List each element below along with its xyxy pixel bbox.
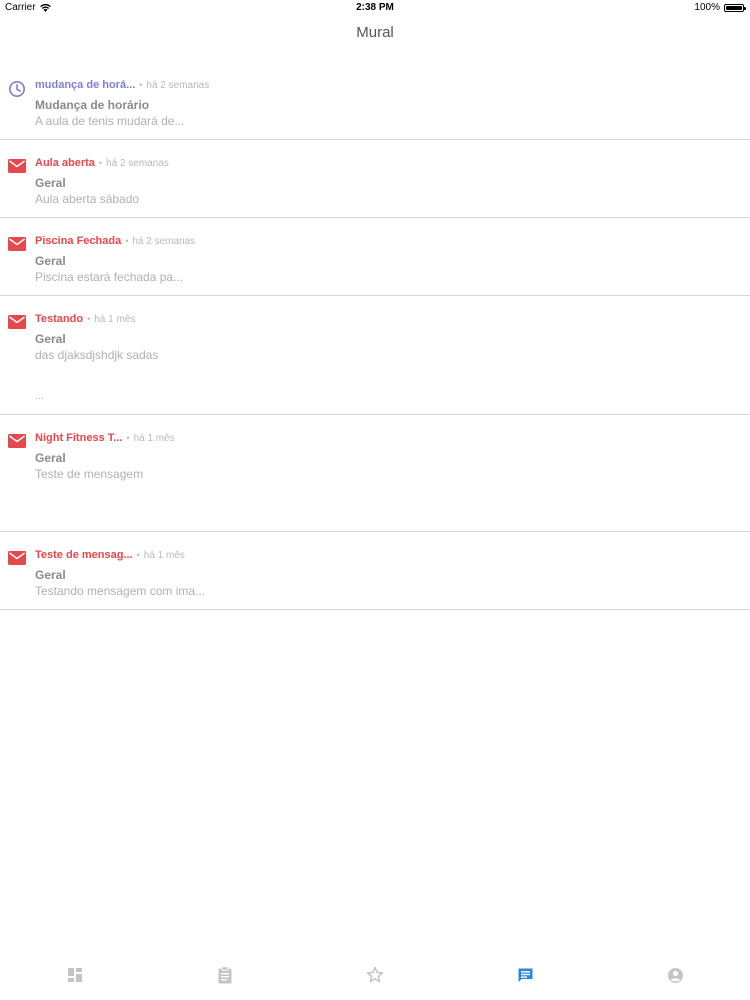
message-list: mudança de horá... • há 2 semanas Mudança … <box>0 62 750 610</box>
message-time: há 2 semanas <box>132 236 196 247</box>
list-item[interactable]: Aula aberta • há 2 semanas Geral Aula aber… <box>0 140 750 218</box>
tab-dashboard[interactable] <box>55 955 95 995</box>
list-item[interactable]: Piscina Fechada • há 2 semanas Geral Pisci… <box>0 218 750 296</box>
message-title: mudança de horá... <box>35 79 136 91</box>
message-time: há 2 semanas <box>146 80 210 91</box>
message-header: Teste de mensag... • há 1 mês <box>35 548 740 563</box>
mail-icon <box>8 551 26 569</box>
message-content: Night Fitness T... • há 1 mês Geral Teste … <box>35 431 740 481</box>
status-bar: Carrier 2:38 PM 100% <box>0 0 750 16</box>
message-content: Piscina Fechada • há 2 semanas Geral Pisci… <box>35 234 740 284</box>
message-category: Geral <box>35 254 66 268</box>
message-category: Geral <box>35 451 66 465</box>
message-preview: A aula de tenis mudará de... <box>35 114 185 128</box>
message-category: Geral <box>35 332 66 346</box>
message-preview: Piscina estará fechada pa... <box>35 270 184 284</box>
message-separator: • <box>98 158 103 168</box>
message-header: Testando • há 1 mês <box>35 312 740 327</box>
dashboard-icon <box>67 967 83 983</box>
battery-indicator: 100% <box>694 2 746 13</box>
chat-icon <box>517 967 534 984</box>
message-preview: Teste de mensagem <box>35 467 144 481</box>
message-content: Testando • há 1 mês Geral das djaksdjshdjk… <box>35 312 740 403</box>
list-item[interactable]: Night Fitness T... • há 1 mês Geral Teste … <box>0 415 750 532</box>
message-separator: • <box>125 236 129 246</box>
tab-chat[interactable] <box>505 955 545 995</box>
battery-percent: 100% <box>694 2 720 13</box>
message-separator: • <box>139 80 143 90</box>
clock-icon <box>8 80 26 98</box>
tab-star[interactable] <box>355 955 395 995</box>
star-icon <box>366 966 384 984</box>
message-time: há 1 mês <box>133 433 175 444</box>
message-content: Aula aberta • há 2 semanas Geral Aula aber… <box>35 156 740 206</box>
message-header: Aula aberta • há 2 semanas <box>35 156 740 171</box>
battery-fill <box>726 5 742 10</box>
message-time: há 2 semanas <box>106 158 169 169</box>
page-title: Mural <box>356 24 394 41</box>
message-preview: Aula aberta sábado <box>35 192 140 206</box>
message-category: Geral <box>35 568 66 582</box>
message-content: mudança de horá... • há 2 semanas Mudança … <box>35 78 740 128</box>
message-title: Aula aberta <box>35 157 95 169</box>
app-screen: Carrier 2:38 PM 100% Mural mudança de ho… <box>0 0 750 1000</box>
status-time: 2:38 PM <box>356 2 394 13</box>
mail-icon <box>8 237 26 255</box>
message-content: Teste de mensag... • há 1 mês Geral Testan… <box>35 548 740 598</box>
list-item[interactable]: mudança de horá... • há 2 semanas Mudança … <box>0 62 750 140</box>
list-item[interactable]: Testando • há 1 mês Geral das djaksdjshdjk… <box>0 296 750 415</box>
message-preview: Testando mensagem com ima... <box>35 584 206 598</box>
message-title: Testando <box>35 313 84 325</box>
list-item[interactable]: Teste de mensag... • há 1 mês Geral Testan… <box>0 532 750 610</box>
mail-icon <box>8 159 26 177</box>
message-title: Night Fitness T... <box>35 432 123 444</box>
message-separator: • <box>136 550 140 560</box>
message-title: Teste de mensag... <box>35 549 133 561</box>
message-category: Geral <box>35 176 66 190</box>
message-time: há 1 mês <box>94 314 136 325</box>
tab-clipboard[interactable] <box>205 955 245 995</box>
message-category: Mudança de horário <box>35 98 150 112</box>
message-separator: • <box>87 314 91 324</box>
message-extra: ... <box>35 390 45 402</box>
message-header: Piscina Fechada • há 2 semanas <box>35 234 740 249</box>
tab-bar <box>0 950 750 1000</box>
message-separator: • <box>126 433 130 443</box>
battery-icon <box>724 3 746 12</box>
nav-bar: Mural <box>0 24 750 48</box>
tab-account[interactable] <box>655 955 695 995</box>
message-header: mudança de horá... • há 2 semanas <box>35 78 740 93</box>
message-title: Piscina Fechada <box>35 235 122 247</box>
clipboard-icon <box>217 966 233 984</box>
message-preview: das djaksdjshdjk sadas <box>35 348 159 362</box>
message-header: Night Fitness T... • há 1 mês <box>35 431 740 446</box>
message-time: há 1 mês <box>143 550 185 561</box>
mail-icon <box>8 315 26 333</box>
account-icon <box>667 967 684 984</box>
mail-icon <box>8 434 26 452</box>
